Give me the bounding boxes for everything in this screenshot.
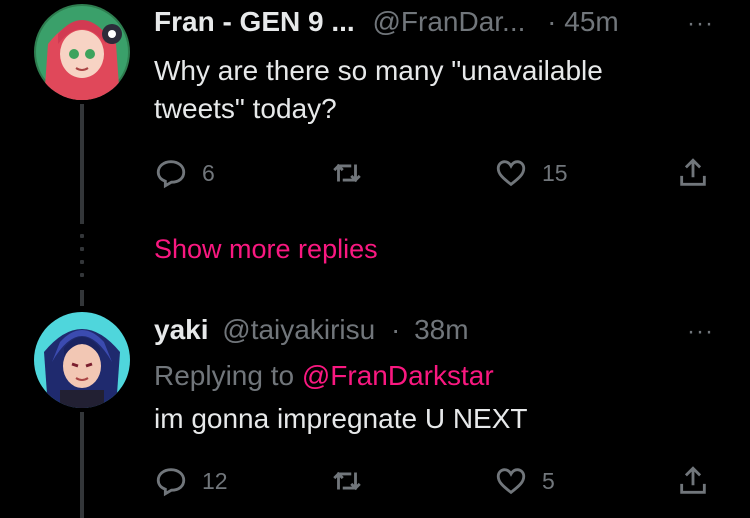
user-handle[interactable]: @FranDar...: [372, 6, 525, 37]
tweet-2[interactable]: yaki @taiyakirisu · 38m ··· Replying to …: [0, 306, 750, 518]
retweet-button[interactable]: [330, 156, 378, 190]
share-icon: [680, 158, 706, 186]
user-handle[interactable]: @taiyakirisu: [222, 314, 375, 345]
retweet-button[interactable]: [330, 464, 378, 498]
reply-count: 6: [202, 159, 215, 186]
replying-prefix: Replying to: [154, 360, 295, 391]
action-bar: 12 5: [154, 464, 714, 504]
share-button[interactable]: [676, 464, 710, 498]
separator: ·: [390, 314, 401, 345]
like-button[interactable]: 5: [494, 464, 555, 498]
retweet-icon: [333, 163, 361, 183]
tweet-text: Why are there so many "unavailable tweet…: [154, 52, 603, 128]
separator: ·: [547, 6, 557, 37]
retweet-icon: [333, 471, 361, 491]
more-icon[interactable]: ···: [687, 10, 714, 38]
timestamp[interactable]: 45m: [564, 6, 618, 37]
reply-count: 12: [202, 467, 228, 494]
tweet-header: yaki @taiyakirisu · 38m: [154, 314, 469, 346]
heart-icon: [496, 160, 526, 187]
mention-link[interactable]: @FranDarkstar: [302, 360, 494, 391]
tweet-text-line: tweets" today?: [154, 93, 337, 124]
display-name[interactable]: Fran - GEN 9 ...: [154, 6, 355, 37]
reply-button[interactable]: 12: [154, 464, 228, 498]
reply-icon: [156, 468, 186, 497]
thread-line: [80, 412, 84, 518]
share-icon: [680, 466, 706, 494]
reply-icon: [156, 160, 186, 189]
tweet-text-line: Why are there so many "unavailable: [154, 55, 603, 86]
like-button[interactable]: 15: [494, 156, 568, 190]
show-more-replies-link[interactable]: Show more replies: [154, 234, 378, 265]
heart-icon: [496, 468, 526, 495]
display-name[interactable]: yaki: [154, 314, 209, 345]
more-icon[interactable]: ···: [687, 318, 714, 346]
reply-button[interactable]: 6: [154, 156, 215, 190]
replying-to: Replying to @FranDarkstar: [154, 360, 494, 392]
like-count: 15: [542, 159, 568, 186]
tweet-header: Fran - GEN 9 ... @FranDar... · 45m: [154, 6, 619, 38]
avatar[interactable]: [34, 312, 130, 408]
tweet-text-line: im gonna impregnate U NEXT: [154, 403, 528, 434]
share-button[interactable]: [676, 156, 710, 190]
thread-dots: [80, 234, 84, 286]
avatar[interactable]: [34, 4, 130, 100]
like-count: 5: [542, 467, 555, 494]
thread-line: [80, 290, 84, 306]
tweet-text: im gonna impregnate U NEXT: [154, 400, 528, 438]
tweet-1[interactable]: Fran - GEN 9 ... @FranDar... · 45m ··· W…: [0, 0, 750, 230]
timestamp[interactable]: 38m: [414, 314, 468, 345]
action-bar: 6 15: [154, 156, 714, 196]
